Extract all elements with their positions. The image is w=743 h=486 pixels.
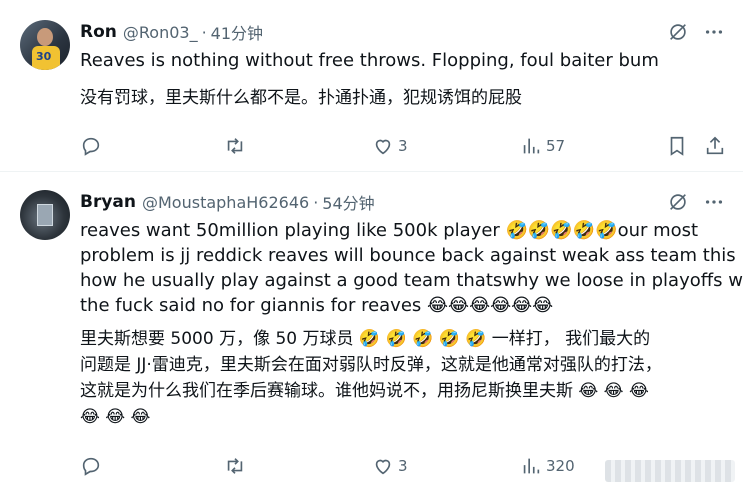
header-actions [667,190,725,214]
author-handle[interactable]: @Ron03_ [123,23,198,42]
timestamp[interactable]: 54分钟 [322,190,374,214]
view-count: 320 [546,457,575,475]
grok-icon[interactable] [667,21,689,43]
share-icon [706,136,724,155]
reply-button[interactable] [80,134,102,158]
bookmark-button[interactable] [666,134,688,158]
text-line: 问题是 JJ·雷迪克，里夫斯会在面对弱队时反弹，这就是他通常对强队的打法， [80,355,662,375]
view-count: 57 [546,137,566,155]
views-button[interactable]: 57 [520,134,565,158]
reply-icon [82,137,100,156]
like-count: 3 [398,137,408,155]
tweet-text-translation: 没有罚球，里夫斯什么都不是。扑通扑通，犯规诱饵的屁股 [80,86,730,111]
tweet[interactable]: Bryan @MoustaphaH62646 · 54分钟 reaves wan… [0,172,743,486]
author-name[interactable]: Bryan [80,192,136,212]
like-count: 3 [398,457,408,475]
views-icon [523,138,540,154]
author-handle[interactable]: @MoustaphaH62646 [142,193,309,212]
action-bar: 3 57 [80,134,730,158]
views-button[interactable]: 320 [520,454,575,478]
watermark [605,460,735,482]
text-line: the fuck said no for giannis for reaves … [80,295,554,316]
avatar-jersey: 30 [32,46,60,70]
tweet[interactable]: 30 Ron @Ron03_ · 41分钟 Reaves is nothing … [0,0,743,172]
grok-icon[interactable] [667,191,689,213]
text-line: 这就是为什么我们在季后赛输球。谁他妈说不，用扬尼斯换里夫斯 😂 😂 😂 [80,381,649,401]
views-icon [523,458,540,474]
text-line: Reaves is nothing without free throws. F… [80,50,659,71]
avatar-frame [37,204,53,226]
timestamp[interactable]: 41分钟 [211,20,263,44]
separator-dot: · [313,192,319,212]
like-button[interactable]: 3 [372,134,408,158]
tweet-text-translation: 里夫斯想要 5000 万，像 50 万球员 🤣 🤣 🤣 🤣 🤣 一样打， 我们最… [80,326,730,430]
retweet-icon [227,458,243,474]
text-line: problem is jj reddick reaves will bounce… [80,245,743,266]
text-line: 😂 😂 😂 [80,407,151,427]
reply-icon [82,457,100,476]
bookmark-icon [670,136,684,156]
share-button[interactable] [704,134,726,158]
tweet-header: Bryan @MoustaphaH62646 · 54分钟 [80,190,375,214]
heart-icon [375,459,391,475]
text-line: 没有罚球，里夫斯什么都不是。扑通扑通，犯规诱饵的屁股 [80,88,522,108]
tweet-text-en: Reaves is nothing without free throws. F… [80,48,730,73]
more-options-icon[interactable] [703,191,725,213]
text-line: reaves want 50million playing like 500k … [80,220,699,241]
text-line: how he usually play against a good team … [80,270,743,291]
author-name[interactable]: Ron [80,22,117,42]
more-options-icon[interactable] [703,21,725,43]
header-actions [667,20,725,44]
tweet-header: Ron @Ron03_ · 41分钟 [80,20,263,44]
retweet-icon [227,138,243,154]
reply-button[interactable] [80,454,102,478]
tweet-text-en: reaves want 50million playing like 500k … [80,218,743,318]
heart-icon [375,139,391,155]
jersey-number: 30 [36,50,52,63]
like-button[interactable]: 3 [372,454,408,478]
retweet-button[interactable] [224,134,246,158]
text-line: 里夫斯想要 5000 万，像 50 万球员 🤣 🤣 🤣 🤣 🤣 一样打， 我们最… [80,329,651,349]
separator-dot: · [201,22,207,42]
avatar-face [37,28,53,46]
avatar[interactable]: 30 [20,20,70,70]
retweet-button[interactable] [224,454,246,478]
avatar[interactable] [20,190,70,240]
